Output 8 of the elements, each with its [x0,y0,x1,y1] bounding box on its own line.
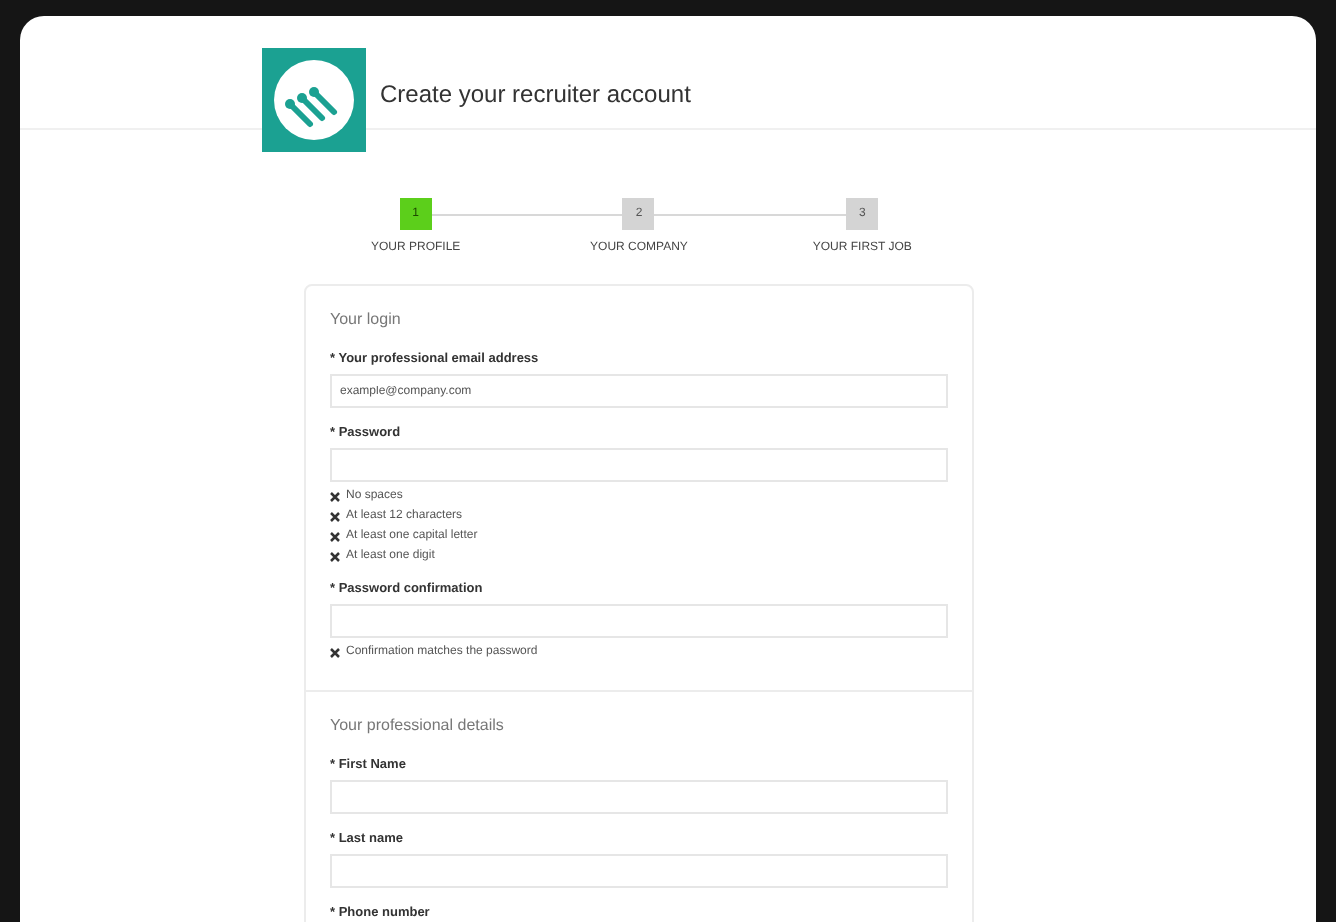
section-title: Your professional details [330,716,506,736]
input-field[interactable] [330,780,948,814]
logo-icon [262,48,366,152]
page-title: Create your recruiter account [380,78,691,110]
input-field[interactable] [330,854,948,888]
input-field[interactable] [330,448,948,482]
section-title: Your login [330,310,403,330]
input-field[interactable] [330,604,948,638]
